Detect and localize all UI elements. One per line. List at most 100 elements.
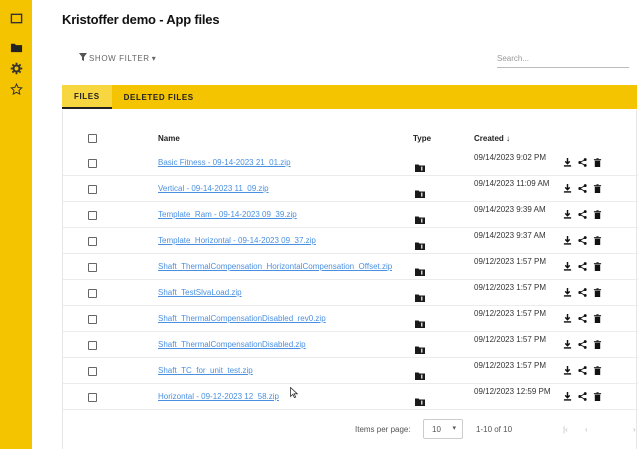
row-checkbox[interactable] xyxy=(88,159,97,168)
column-name[interactable]: Name xyxy=(158,134,180,143)
download-icon[interactable] xyxy=(563,210,572,219)
row-checkbox[interactable] xyxy=(88,211,97,220)
share-icon[interactable] xyxy=(578,366,587,375)
share-icon[interactable] xyxy=(578,184,587,193)
items-per-page-value: 10 xyxy=(432,425,441,434)
download-icon[interactable] xyxy=(563,184,572,193)
zip-file-icon xyxy=(415,367,425,380)
prev-page-button[interactable]: ‹ xyxy=(585,425,588,434)
row-checkbox[interactable] xyxy=(88,185,97,194)
share-icon[interactable] xyxy=(578,340,587,349)
created-date: 09/12/2023 1:57 PM xyxy=(474,283,547,292)
trash-icon[interactable] xyxy=(593,366,602,375)
table-row: Shaft_ThermalCompensationDisabled_rev0.z… xyxy=(63,306,638,332)
table-row: Basic Fitness - 09-14-2023 21_01.zip 09/1… xyxy=(63,150,638,176)
file-name-link[interactable]: Basic Fitness - 09-14-2023 21_01.zip xyxy=(158,158,291,167)
zip-file-icon xyxy=(415,393,425,406)
file-name-link[interactable]: Shaft_ThermalCompensationDisabled_rev0.z… xyxy=(158,314,326,323)
zip-file-icon xyxy=(415,263,425,276)
download-icon[interactable] xyxy=(563,340,572,349)
square-icon[interactable] xyxy=(9,11,23,25)
chevron-down-icon: ▾ xyxy=(452,425,456,432)
page-title: Kristoffer demo - App files xyxy=(62,12,220,27)
show-filter-label: SHOW FILTER xyxy=(89,53,150,63)
gear-icon[interactable] xyxy=(9,61,23,75)
trash-icon[interactable] xyxy=(593,314,602,323)
share-icon[interactable] xyxy=(578,262,587,271)
zip-file-icon xyxy=(415,185,425,198)
download-icon[interactable] xyxy=(563,314,572,323)
filter-icon xyxy=(79,53,87,63)
file-name-link[interactable]: Shaft_ThermalCompensationDisabled.zip xyxy=(158,340,306,349)
download-icon[interactable] xyxy=(563,392,572,401)
file-name-link[interactable]: Horizontal - 09-12-2023 12_58.zip xyxy=(158,392,279,401)
share-icon[interactable] xyxy=(578,288,587,297)
zip-file-icon xyxy=(415,211,425,224)
row-checkbox[interactable] xyxy=(88,237,97,246)
download-icon[interactable] xyxy=(563,158,572,167)
file-name-link[interactable]: Shaft_TestSlvaLoad.zip xyxy=(158,288,242,297)
share-icon[interactable] xyxy=(578,392,587,401)
created-date: 09/14/2023 9:37 AM xyxy=(474,231,546,240)
column-created[interactable]: Created ↓ xyxy=(474,134,510,143)
table-row: Template_Ram - 09-14-2023 09_39.zip 09/14… xyxy=(63,202,638,228)
search-field[interactable] xyxy=(497,50,629,68)
trash-icon[interactable] xyxy=(593,210,602,219)
search-input[interactable] xyxy=(497,50,629,67)
share-icon[interactable] xyxy=(578,314,587,323)
file-name-link[interactable]: Template_Ram - 09-14-2023 09_39.zip xyxy=(158,210,297,219)
file-name-link[interactable]: Shaft_ThermalCompensation_HorizontalComp… xyxy=(158,262,392,271)
column-type[interactable]: Type xyxy=(413,134,431,143)
trash-icon[interactable] xyxy=(593,262,602,271)
trash-icon[interactable] xyxy=(593,158,602,167)
file-name-link[interactable]: Vertical - 09-14-2023 11_09.zip xyxy=(158,184,269,193)
row-checkbox[interactable] xyxy=(88,289,97,298)
row-checkbox[interactable] xyxy=(88,315,97,324)
trash-icon[interactable] xyxy=(593,184,602,193)
table-row: Template_Horizontal - 09-14-2023 09_37.z… xyxy=(63,228,638,254)
created-date: 09/12/2023 12:59 PM xyxy=(474,387,551,396)
table-row: Shaft_TestSlvaLoad.zip 09/12/2023 1:57 PM xyxy=(63,280,638,306)
table-row: Shaft_TC_for_unit_test.zip 09/12/2023 1:5… xyxy=(63,358,638,384)
star-icon[interactable] xyxy=(9,82,23,96)
table-row: Horizontal - 09-12-2023 12_58.zip 09/12/2… xyxy=(63,384,638,410)
file-name-link[interactable]: Shaft_TC_for_unit_test.zip xyxy=(158,366,253,375)
share-icon[interactable] xyxy=(578,210,587,219)
trash-icon[interactable] xyxy=(593,392,602,401)
download-icon[interactable] xyxy=(563,262,572,271)
row-actions xyxy=(563,340,602,349)
zip-file-icon xyxy=(415,289,425,302)
created-date: 09/12/2023 1:57 PM xyxy=(474,335,547,344)
row-checkbox[interactable] xyxy=(88,341,97,350)
trash-icon[interactable] xyxy=(593,340,602,349)
created-date: 09/12/2023 1:57 PM xyxy=(474,309,547,318)
tab-deleted-files[interactable]: DELETED FILES xyxy=(112,85,206,109)
items-per-page-label: Items per page: xyxy=(355,425,411,434)
trash-icon[interactable] xyxy=(593,288,602,297)
chevron-down-icon: ▾ xyxy=(151,53,157,63)
folder-icon[interactable] xyxy=(9,40,23,54)
download-icon[interactable] xyxy=(563,236,572,245)
next-page-button[interactable]: › xyxy=(633,425,636,434)
items-per-page-select[interactable]: 10 ▾ xyxy=(423,419,463,439)
show-filter-toggle[interactable]: SHOW FILTER ▾ xyxy=(79,53,156,63)
tab-files[interactable]: FILES xyxy=(62,85,112,109)
file-name-link[interactable]: Template_Horizontal - 09-14-2023 09_37.z… xyxy=(158,236,316,245)
row-actions xyxy=(563,262,602,271)
row-actions xyxy=(563,314,602,323)
zip-file-icon xyxy=(415,315,425,328)
row-checkbox[interactable] xyxy=(88,263,97,272)
select-all-checkbox[interactable] xyxy=(88,134,97,143)
first-page-button[interactable]: |‹ xyxy=(563,425,568,434)
row-actions xyxy=(563,366,602,375)
table-row: Vertical - 09-14-2023 11_09.zip 09/14/202… xyxy=(63,176,638,202)
row-checkbox[interactable] xyxy=(88,393,97,402)
download-icon[interactable] xyxy=(563,288,572,297)
row-checkbox[interactable] xyxy=(88,367,97,376)
download-icon[interactable] xyxy=(563,366,572,375)
table-row: Shaft_ThermalCompensation_HorizontalComp… xyxy=(63,254,638,280)
trash-icon[interactable] xyxy=(593,236,602,245)
share-icon[interactable] xyxy=(578,236,587,245)
share-icon[interactable] xyxy=(578,158,587,167)
created-date: 09/12/2023 1:57 PM xyxy=(474,257,547,266)
